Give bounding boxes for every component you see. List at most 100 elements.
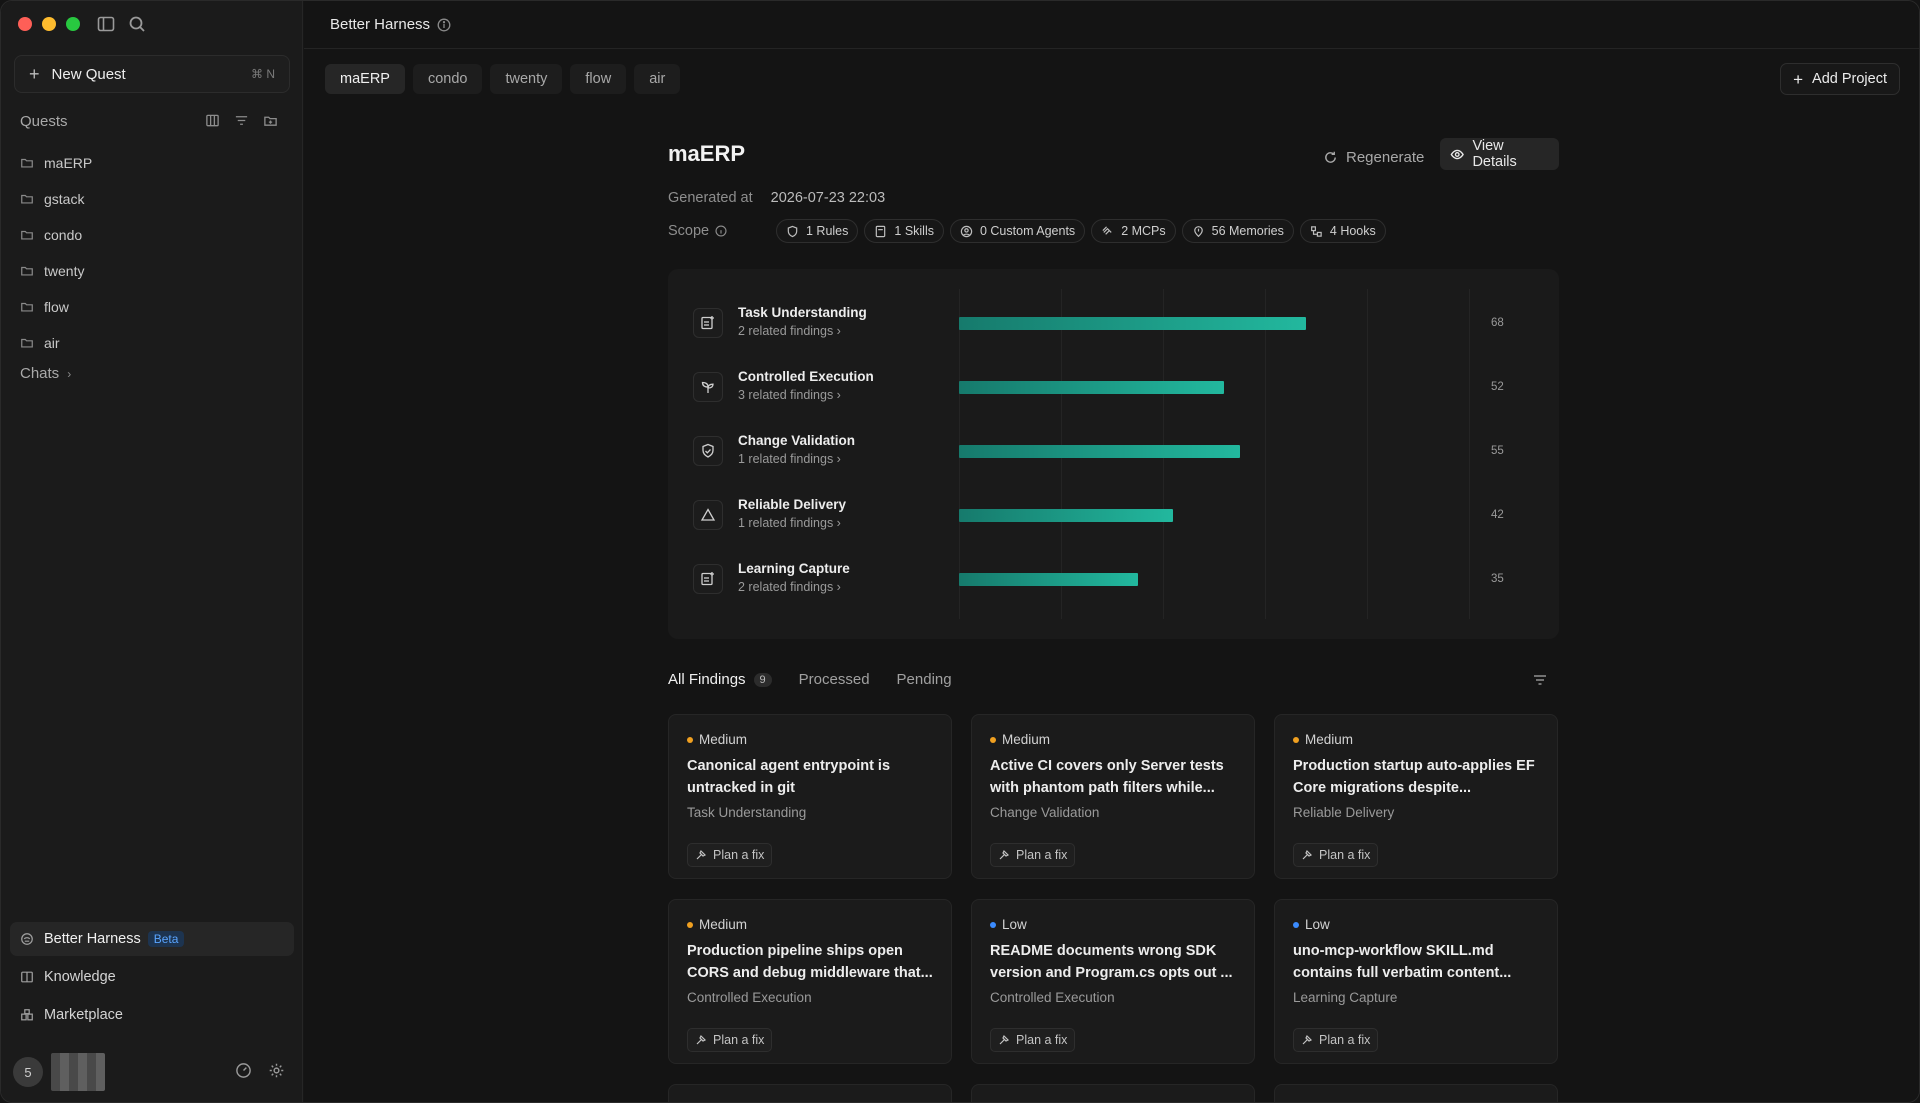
- finding-category: Task Understanding: [687, 805, 807, 820]
- finding-card-partial[interactable]: [971, 1084, 1255, 1102]
- findings-count: 2 related findings: [738, 580, 834, 594]
- related-findings-link[interactable]: 2 related findings ›: [738, 324, 841, 338]
- marketplace-icon: [21, 1009, 33, 1021]
- severity: Medium: [990, 732, 1050, 747]
- filter-icon[interactable]: [234, 113, 249, 131]
- score-row-reliable-delivery: Reliable Delivery 1 related findings › 4…: [693, 492, 1543, 542]
- folder-item-maerp[interactable]: maERP: [20, 145, 290, 181]
- tab-twenty[interactable]: twenty: [490, 64, 563, 94]
- chip-label: 2 MCPs: [1121, 224, 1166, 238]
- plan-fix-button[interactable]: Plan a fix: [990, 843, 1076, 867]
- findings-count: 2 related findings: [738, 324, 834, 338]
- tab-condo[interactable]: condo: [412, 64, 483, 94]
- folder-item-condo[interactable]: condo: [20, 217, 290, 253]
- finding-card[interactable]: Medium Active CI covers only Server test…: [971, 714, 1255, 879]
- nav-item-label: Better Harness: [44, 931, 141, 947]
- score-name: Reliable Delivery: [738, 497, 847, 512]
- info-icon[interactable]: [437, 18, 451, 32]
- agent-icon: [960, 225, 973, 237]
- chip-label: 4 Hooks: [1329, 224, 1376, 238]
- shield-check-icon: [693, 436, 723, 466]
- plan-fix-button[interactable]: Plan a fix: [687, 843, 773, 867]
- regenerate-button[interactable]: Regenerate: [1323, 141, 1424, 173]
- folder-label: air: [44, 335, 60, 351]
- related-findings-link[interactable]: 1 related findings ›: [738, 516, 841, 530]
- new-folder-icon[interactable]: [263, 113, 278, 131]
- refresh-icon: [1325, 151, 1336, 163]
- related-findings-link[interactable]: 1 related findings ›: [738, 452, 841, 466]
- minimize-window-button[interactable]: [42, 17, 56, 31]
- nav-item-label: Knowledge: [44, 969, 116, 985]
- finding-card[interactable]: Low README documents wrong SDK version a…: [971, 899, 1255, 1064]
- finding-card[interactable]: Medium Production startup auto-applies E…: [1274, 714, 1558, 879]
- plan-fix-button[interactable]: Plan a fix: [1293, 1028, 1379, 1052]
- search-icon[interactable]: [127, 14, 147, 34]
- scope-chip-memories[interactable]: 56 Memories: [1181, 219, 1294, 243]
- add-project-button[interactable]: + Add Project: [1780, 63, 1900, 95]
- severity: Low: [990, 917, 1027, 932]
- severity-dot: [990, 736, 996, 743]
- tab-processed[interactable]: Processed: [799, 671, 870, 688]
- finding-card[interactable]: Medium Production pipeline ships open CO…: [668, 899, 952, 1064]
- finding-card-partial[interactable]: [668, 1084, 952, 1102]
- tab-pending[interactable]: Pending: [897, 671, 952, 688]
- folder-item-twenty[interactable]: twenty: [20, 253, 290, 289]
- folder-item-gstack[interactable]: gstack: [20, 181, 290, 217]
- new-quest-button[interactable]: + New Quest ⌘ N: [14, 55, 290, 93]
- finding-card[interactable]: Low uno-mcp-workflow SKILL.md contains f…: [1274, 899, 1558, 1064]
- view-details-label: View Details: [1472, 138, 1517, 170]
- nav-item-better-harness[interactable]: Better Harness Beta: [10, 922, 294, 956]
- memory-icon: [1193, 225, 1203, 237]
- view-details-button[interactable]: View Details: [1440, 138, 1559, 170]
- filter-icon[interactable]: [1532, 672, 1548, 691]
- window-controls: [18, 17, 80, 31]
- scope-chip-rules[interactable]: 1 Rules: [776, 219, 859, 243]
- score-value: 68: [1491, 317, 1504, 329]
- finding-title: Production pipeline ships open CORS and …: [687, 943, 933, 981]
- related-findings-link[interactable]: 2 related findings ›: [738, 580, 841, 594]
- score-name: Task Understanding: [738, 305, 867, 320]
- gear-icon[interactable]: [268, 1062, 285, 1082]
- folder-item-flow[interactable]: flow: [20, 289, 290, 325]
- info-icon[interactable]: [715, 225, 727, 237]
- scope-label: Scope: [668, 223, 710, 239]
- score-row-controlled-execution: Controlled Execution 3 related findings …: [693, 364, 1543, 414]
- maximize-window-button[interactable]: [66, 17, 80, 31]
- finding-card-partial[interactable]: [1274, 1084, 1558, 1102]
- finding-title: README documents wrong SDK version and P…: [990, 943, 1233, 981]
- nav-item-label: Marketplace: [44, 1007, 123, 1023]
- scope-chip-skills[interactable]: 1 Skills: [864, 219, 944, 243]
- scope-chip-mcps[interactable]: 2 MCPs: [1091, 219, 1176, 243]
- finding-card[interactable]: Medium Canonical agent entrypoint is unt…: [668, 714, 952, 879]
- plan-fix-button[interactable]: Plan a fix: [687, 1028, 773, 1052]
- sidebar-toggle-icon[interactable]: [96, 14, 116, 34]
- sprout-icon: [693, 372, 723, 402]
- folder-icon: [21, 194, 33, 204]
- findings-count: 1 related findings: [738, 516, 834, 530]
- avatar[interactable]: 5: [13, 1057, 43, 1087]
- tab-flow[interactable]: flow: [570, 64, 627, 94]
- severity-dot: [1293, 736, 1299, 743]
- user-row: 5: [13, 1053, 291, 1091]
- tab-maerp[interactable]: maERP: [325, 64, 405, 94]
- tab-air[interactable]: air: [634, 64, 681, 94]
- dashboard-icon[interactable]: [235, 1062, 252, 1082]
- tab-all-findings[interactable]: All Findings 9: [668, 671, 772, 688]
- scope-chip-hooks[interactable]: 4 Hooks: [1299, 219, 1386, 243]
- findings-tabs: All Findings 9 Processed Pending: [668, 671, 952, 688]
- score-row-change-validation: Change Validation 1 related findings › 5…: [693, 428, 1543, 478]
- severity-label: Medium: [699, 917, 748, 932]
- plan-fix-button[interactable]: Plan a fix: [990, 1028, 1076, 1052]
- plan-fix-button[interactable]: Plan a fix: [1293, 843, 1379, 867]
- nav-item-knowledge[interactable]: Knowledge: [10, 960, 294, 994]
- finding-cards: Medium Canonical agent entrypoint is unt…: [668, 714, 1559, 1102]
- related-findings-link[interactable]: 3 related findings ›: [738, 388, 841, 402]
- chip-label: 1 Skills: [894, 224, 934, 238]
- folder-item-air[interactable]: air: [20, 325, 290, 361]
- columns-icon[interactable]: [205, 113, 220, 131]
- nav-item-marketplace[interactable]: Marketplace: [10, 998, 294, 1032]
- close-window-button[interactable]: [18, 17, 32, 31]
- chats-section-toggle[interactable]: Chats ›: [20, 365, 71, 382]
- score-row-task-understanding: Task Understanding 2 related findings › …: [693, 300, 1543, 350]
- scope-chip-custom-agents[interactable]: 0 Custom Agents: [949, 219, 1086, 243]
